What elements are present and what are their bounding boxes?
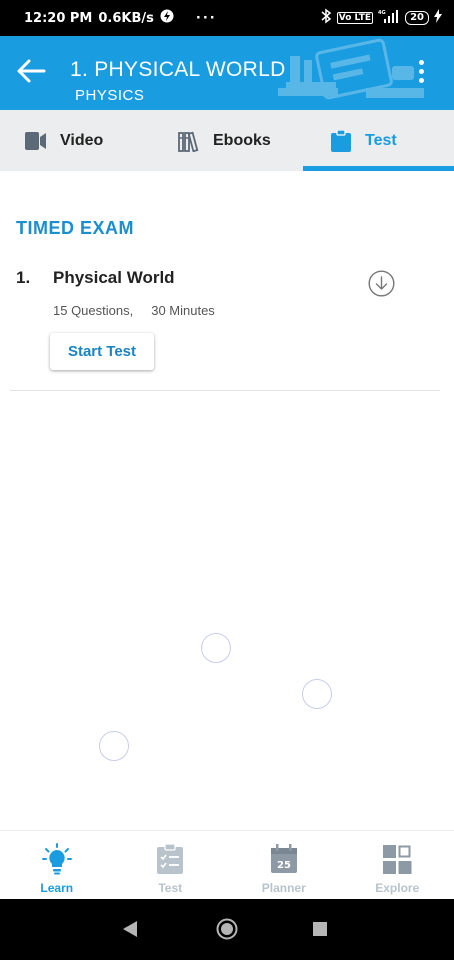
- dot-icon: [418, 68, 424, 74]
- tab-test-label: Test: [365, 131, 397, 149]
- content-tabs: Video Ebooks Test: [0, 110, 454, 171]
- dot-icon: [418, 77, 424, 83]
- app-screen: 12:20 PM 0.6KB/s ··· Vo LTE 4G 20 1. PHY…: [0, 0, 454, 960]
- status-speed: 0.6KB/s: [98, 10, 154, 26]
- test-item-meta: 15 Questions, 30 Minutes: [53, 303, 215, 318]
- video-camera-icon: [24, 129, 48, 153]
- bottom-navigation: Learn Test 25 Planner Explore: [0, 830, 454, 899]
- volte-badge: Vo LTE: [336, 12, 374, 24]
- overflow-menu-button[interactable]: [410, 56, 432, 86]
- test-item-title: Physical World: [53, 268, 175, 287]
- dot-icon: [418, 59, 424, 65]
- tab-video-label: Video: [60, 131, 104, 149]
- system-navigation-bar: [0, 899, 454, 960]
- page-title: 1. PHYSICAL WORLD: [70, 58, 286, 81]
- checklist-icon: [155, 843, 185, 875]
- start-test-button[interactable]: Start Test: [50, 333, 154, 370]
- test-item-duration: 30 Minutes: [151, 303, 215, 318]
- item-divider: [10, 390, 440, 391]
- nav-test-label: Test: [158, 881, 183, 895]
- network-type: 4G: [378, 10, 386, 16]
- status-more-icon: ···: [195, 10, 217, 26]
- clipboard-icon: [329, 129, 353, 153]
- status-time: 12:20 PM: [24, 10, 93, 26]
- nav-explore-label: Explore: [375, 881, 420, 895]
- bluetooth-icon: [320, 8, 332, 28]
- system-home-icon[interactable]: [216, 918, 238, 940]
- battery-indicator: 20: [405, 11, 429, 25]
- nav-explore[interactable]: Explore: [341, 831, 454, 899]
- signal-icon: 4G: [378, 9, 400, 27]
- lightbulb-icon: [41, 843, 72, 875]
- system-back-icon[interactable]: [122, 920, 138, 938]
- arrow-left-icon: [17, 59, 46, 83]
- loading-ring-icon: [99, 731, 129, 761]
- nav-learn-label: Learn: [40, 881, 74, 895]
- tab-test[interactable]: Test: [303, 110, 454, 171]
- books-icon: [177, 129, 201, 153]
- loading-ring-icon: [201, 633, 231, 663]
- status-bar: 12:20 PM 0.6KB/s ··· Vo LTE 4G 20: [0, 0, 454, 36]
- back-button[interactable]: [14, 54, 48, 88]
- nav-planner[interactable]: 25 Planner: [227, 831, 341, 899]
- nav-test[interactable]: Test: [114, 831, 228, 899]
- tab-ebooks-label: Ebooks: [213, 131, 271, 149]
- loading-ring-icon: [302, 679, 332, 709]
- system-recents-icon[interactable]: [313, 922, 327, 936]
- grid-icon: [382, 843, 412, 875]
- nav-learn[interactable]: Learn: [0, 831, 114, 899]
- test-item-number: 1.: [16, 268, 31, 287]
- shield-icon: [160, 9, 174, 27]
- calendar-day: 25: [277, 860, 291, 871]
- calendar-icon: 25: [269, 843, 299, 875]
- nav-planner-label: Planner: [261, 881, 306, 895]
- charging-icon: [434, 9, 442, 27]
- page-subtitle: PHYSICS: [75, 87, 145, 104]
- section-title: TIMED EXAM: [16, 218, 135, 238]
- test-item-questions: 15 Questions,: [53, 303, 134, 318]
- app-header: 1. PHYSICAL WORLD PHYSICS: [0, 36, 454, 110]
- download-button[interactable]: [368, 270, 395, 297]
- download-icon: [368, 270, 395, 297]
- header-illustration: [278, 38, 424, 100]
- tab-video[interactable]: Video: [0, 110, 151, 171]
- tab-ebooks[interactable]: Ebooks: [151, 110, 303, 171]
